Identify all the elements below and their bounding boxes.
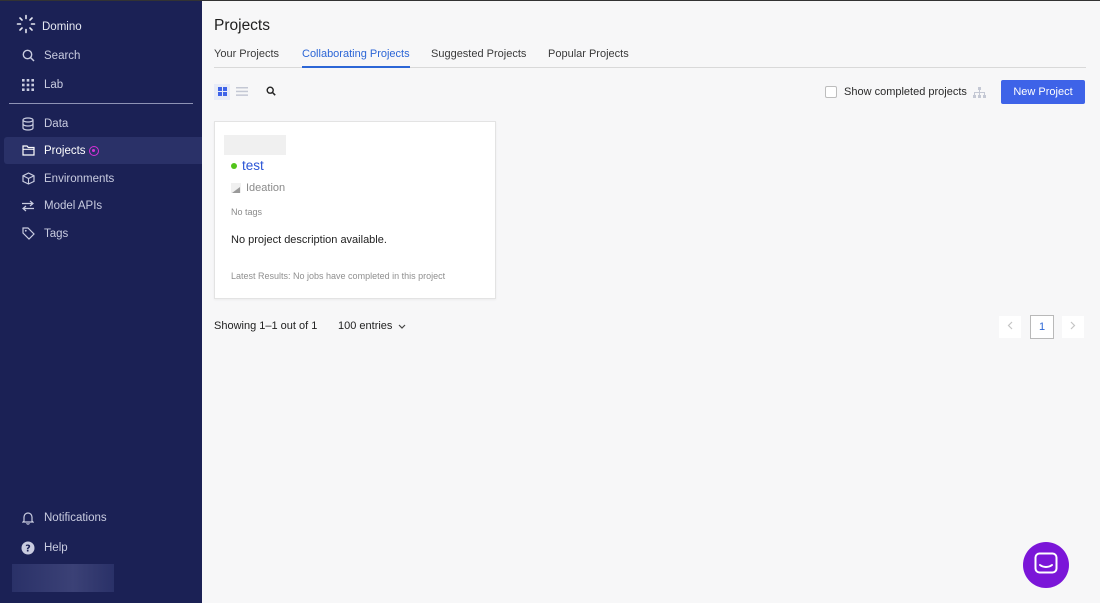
- help-icon: ?: [21, 541, 35, 555]
- user-profile[interactable]: [12, 564, 114, 592]
- stage-icon: [231, 183, 241, 193]
- sidebar-item-label: Help: [44, 541, 68, 554]
- cube-icon: [21, 172, 35, 186]
- entries-per-page-select[interactable]: 100 entries: [338, 320, 406, 332]
- project-description: No project description available.: [231, 234, 387, 246]
- folder-icon: [21, 144, 35, 158]
- window-top-border: [0, 0, 1100, 1]
- list-view-icon: [236, 83, 248, 101]
- project-tags: No tags: [231, 207, 263, 217]
- chevron-right-icon: [1070, 321, 1076, 333]
- sidebar-item-projects[interactable]: Projects: [4, 137, 202, 164]
- tag-icon: [21, 227, 35, 241]
- notification-badge: [88, 145, 99, 156]
- tab-your-projects[interactable]: Your Projects: [214, 48, 279, 68]
- results-count: Showing 1–1 out of 1: [214, 320, 318, 332]
- bell-icon: [21, 511, 35, 525]
- list-view-button[interactable]: [234, 84, 250, 100]
- sidebar-divider: [9, 103, 193, 104]
- tab-collaborating-projects[interactable]: Collaborating Projects: [302, 48, 410, 68]
- project-search-button[interactable]: [264, 85, 278, 99]
- project-thumbnail: [224, 135, 286, 155]
- grid-view-button[interactable]: [214, 84, 230, 100]
- grid-icon: [21, 78, 35, 92]
- database-icon: [21, 116, 35, 131]
- chat-launcher-button[interactable]: [1023, 542, 1069, 588]
- grid-view-icon: [217, 83, 227, 101]
- brand[interactable]: Domino: [16, 14, 82, 39]
- latest-results: Latest Results: No jobs have completed i…: [231, 271, 446, 281]
- sidebar-item-data[interactable]: Data: [0, 110, 202, 137]
- svg-text:?: ?: [25, 543, 31, 554]
- sidebar-item-tags[interactable]: Tags: [0, 220, 202, 247]
- sidebar-item-label: Environments: [44, 172, 115, 185]
- new-project-button[interactable]: New Project: [1001, 80, 1085, 104]
- project-name: test: [242, 158, 264, 173]
- show-completed-toggle[interactable]: Show completed projects: [825, 86, 967, 98]
- sidebar-item-label: Tags: [44, 227, 69, 240]
- sidebar-item-lab[interactable]: Lab: [0, 71, 202, 98]
- project-card[interactable]: test Ideation No tags No project descrip…: [214, 121, 496, 299]
- chevron-left-icon: [1007, 321, 1013, 333]
- sidebar-item-label: Lab: [44, 78, 64, 91]
- page-number-button[interactable]: 1: [1030, 315, 1054, 339]
- next-page-button[interactable]: [1062, 316, 1084, 338]
- sidebar-item-environments[interactable]: Environments: [0, 165, 202, 192]
- search-icon: [266, 83, 276, 101]
- hierarchy-icon[interactable]: [973, 86, 986, 104]
- sidebar-item-label: Data: [44, 117, 69, 130]
- sidebar: Domino Search Lab Data Projects Environm…: [0, 0, 202, 603]
- page-title: Projects: [214, 17, 270, 34]
- previous-page-button[interactable]: [999, 316, 1021, 338]
- status-indicator: [231, 162, 237, 169]
- search-icon: [21, 49, 35, 63]
- stage-label: Ideation: [246, 182, 286, 194]
- project-title-link[interactable]: test: [231, 158, 264, 173]
- sidebar-item-search[interactable]: Search: [0, 42, 202, 69]
- project-tabs: Your Projects Collaborating Projects Sug…: [214, 48, 1086, 68]
- sidebar-item-label: Model APIs: [44, 199, 103, 212]
- brand-name: Domino: [42, 20, 82, 33]
- tab-popular-projects[interactable]: Popular Projects: [548, 48, 629, 68]
- sidebar-item-label: Search: [44, 49, 81, 62]
- chevron-down-icon: [398, 320, 406, 332]
- show-completed-checkbox[interactable]: [825, 86, 837, 98]
- show-completed-label: Show completed projects: [844, 86, 967, 98]
- tab-suggested-projects[interactable]: Suggested Projects: [431, 48, 526, 68]
- project-stage: Ideation: [231, 182, 285, 194]
- chat-icon: [1034, 552, 1058, 579]
- sidebar-item-help[interactable]: ? Help: [0, 534, 202, 561]
- main-content: Projects Your Projects Collaborating Pro…: [202, 0, 1100, 603]
- sidebar-item-notifications[interactable]: Notifications: [0, 504, 202, 531]
- sidebar-item-model-apis[interactable]: Model APIs: [0, 192, 202, 219]
- arrows-icon: [21, 199, 35, 213]
- entries-label: 100 entries: [338, 320, 393, 332]
- sidebar-item-label: Notifications: [44, 511, 107, 524]
- domino-logo-icon: [16, 14, 36, 39]
- sidebar-item-label: Projects: [44, 144, 86, 157]
